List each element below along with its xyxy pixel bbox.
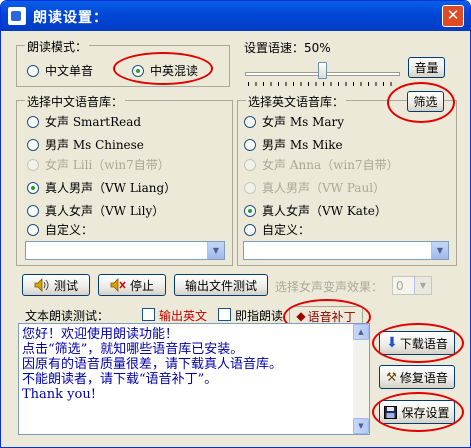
close-button[interactable]: ✕ <box>442 5 464 27</box>
radio-label: 真人女声（VW Kate） <box>262 204 387 218</box>
radio-icon <box>244 181 256 194</box>
radio-icon <box>27 204 39 217</box>
read-mode-mixed[interactable]: 中英混读 <box>132 62 198 79</box>
instant-read-checkbox[interactable] <box>218 308 231 321</box>
radio-label: 中英混读 <box>150 64 199 78</box>
radio-label: 男声 Ms Chinese <box>45 138 144 152</box>
female-effect-select: 0 ▼ <box>392 276 432 295</box>
stop-button-label: 停止 <box>129 278 154 293</box>
speaker-icon <box>34 278 49 292</box>
text-line: 您好！欢迎使用朗读功能！ <box>22 327 179 342</box>
chevron-down-icon[interactable]: ▼ <box>431 242 448 259</box>
female-effect-label: 选择女声变声效果： <box>275 280 384 294</box>
test-button[interactable]: 测试 <box>22 274 90 296</box>
cn-voice-option[interactable]: 女声 SmartRead <box>27 113 141 130</box>
slider-ticks <box>248 82 398 86</box>
export-test-button[interactable]: 输出文件测试 <box>174 274 268 296</box>
export-test-label: 输出文件测试 <box>184 278 257 293</box>
female-effect-value: 0 <box>396 279 404 293</box>
radio-icon <box>244 115 256 128</box>
down-arrow-icon: ⬇ <box>386 335 398 351</box>
download-voice-button[interactable]: ⬇ 下载语音 <box>379 331 455 355</box>
diamond-icon: ◆ <box>296 309 306 323</box>
cn-voice-option-selected[interactable]: 真人男声（VW Liang） <box>27 179 176 196</box>
app-icon <box>8 7 26 25</box>
text-line: 点击“筛选”，就知哪些语音库已安装。 <box>22 342 244 357</box>
filter-button-label: 筛选 <box>413 95 438 109</box>
repair-voice-button[interactable]: ⚒ 修复语音 <box>379 365 455 389</box>
chevron-down-icon[interactable]: ▼ <box>207 242 224 259</box>
voice-patch-label: 语音补丁 <box>307 309 356 324</box>
radio-selected-icon <box>27 181 39 194</box>
download-voice-label: 下载语音 <box>399 336 448 351</box>
radio-label: 女声 Ms Mary <box>262 115 345 129</box>
radio-label: 中文单音 <box>45 64 94 78</box>
filter-button[interactable]: 筛选 <box>407 91 444 112</box>
radio-label: 女声 Lili（win7自带） <box>45 158 170 172</box>
en-voice-option[interactable]: 女声 Ms Mary <box>244 113 344 130</box>
radio-selected-icon <box>244 204 256 217</box>
radio-icon <box>27 138 39 151</box>
title-bar: 朗读设置： ✕ <box>1 1 470 31</box>
wrench-icon: ⚒ <box>386 370 397 384</box>
radio-icon <box>27 223 39 236</box>
en-voice-option-selected[interactable]: 真人女声（VW Kate） <box>244 202 387 219</box>
cn-voice-option[interactable]: 男声 Ms Chinese <box>27 136 144 153</box>
floppy-disk-icon <box>384 405 398 419</box>
text-test-label: 文本朗读测试： <box>25 309 110 323</box>
save-settings-label: 保存设置 <box>401 405 450 420</box>
read-mode-chinese-only[interactable]: 中文单音 <box>27 62 93 79</box>
en-voice-custom[interactable]: 自定义： <box>244 221 310 238</box>
export-english-label: 输出英文 <box>159 309 208 323</box>
save-settings-button[interactable]: 保存设置 <box>379 400 455 424</box>
en-voice-option-disabled: 女声 Anna（win7自带） <box>244 156 399 173</box>
radio-icon <box>27 64 39 77</box>
radio-label: 女声 SmartRead <box>45 115 142 129</box>
test-text-area[interactable]: 您好！欢迎使用朗读功能！ 点击“筛选”，就知哪些语音库已安装。 因原有的语音质量… <box>18 323 370 435</box>
radio-icon <box>244 138 256 151</box>
read-mode-legend: 朗读模式： <box>25 38 90 55</box>
radio-label: 真人男声（VW Paul） <box>262 181 386 195</box>
radio-label: 自定义： <box>262 223 311 237</box>
settings-window: 朗读设置： ✕ 朗读模式： 中文单音 中英混读 设置语速：50% 音量 选择中文… <box>0 0 471 448</box>
radio-icon <box>244 223 256 236</box>
en-voice-option[interactable]: 男声 Ms Mike <box>244 136 343 153</box>
volume-button-label: 音量 <box>414 61 439 75</box>
volume-button[interactable]: 音量 <box>408 57 445 78</box>
speed-slider-thumb[interactable] <box>318 62 327 79</box>
cn-voice-custom[interactable]: 自定义： <box>27 221 93 238</box>
text-line: 因原有的语音质量很差，请下载真人语音库。 <box>22 357 283 372</box>
radio-icon <box>27 158 39 171</box>
radio-icon <box>244 158 256 171</box>
stop-button[interactable]: 停止 <box>98 274 166 296</box>
speed-label: 设置语速：50% <box>244 41 331 55</box>
instant-read-label: 即指朗读 <box>235 309 284 323</box>
test-text-content: 您好！欢迎使用朗读功能！ 点击“筛选”，就知哪些语音库已安装。 因原有的语音质量… <box>22 327 352 402</box>
scroll-up-icon[interactable]: ▲ <box>353 324 369 340</box>
radio-label: 男声 Ms Mike <box>262 138 343 152</box>
radio-icon <box>27 115 39 128</box>
text-line: 不能朗读者，请下载“语音补丁”。 <box>22 372 218 387</box>
english-voice-legend: 选择英文语音库： <box>246 93 347 110</box>
window-title: 朗读设置： <box>33 10 108 26</box>
cn-custom-select[interactable]: ▼ <box>25 241 225 260</box>
chinese-voice-legend: 选择中文语音库： <box>25 93 126 110</box>
text-line: Thank you! <box>22 387 96 402</box>
vertical-scrollbar[interactable]: ▲ ▼ <box>353 324 369 434</box>
en-voice-option-disabled: 真人男声（VW Paul） <box>244 179 385 196</box>
en-custom-select[interactable]: ▼ <box>243 241 449 260</box>
chevron-down-icon: ▼ <box>414 277 431 294</box>
radio-label: 女声 Anna（win7自带） <box>262 158 399 172</box>
radio-selected-icon <box>132 64 144 77</box>
speaker-mute-icon <box>110 278 126 292</box>
export-english-checkbox[interactable] <box>142 308 155 321</box>
cn-voice-option-disabled: 女声 Lili（win7自带） <box>27 156 170 173</box>
repair-voice-label: 修复语音 <box>399 370 448 385</box>
test-button-label: 测试 <box>53 278 78 293</box>
radio-label: 真人女声（VW Lily） <box>45 204 165 218</box>
radio-label: 真人男声（VW Liang） <box>45 181 177 195</box>
scroll-down-icon[interactable]: ▼ <box>353 418 369 434</box>
cn-voice-option[interactable]: 真人女声（VW Lily） <box>27 202 164 219</box>
radio-label: 自定义： <box>45 223 94 237</box>
